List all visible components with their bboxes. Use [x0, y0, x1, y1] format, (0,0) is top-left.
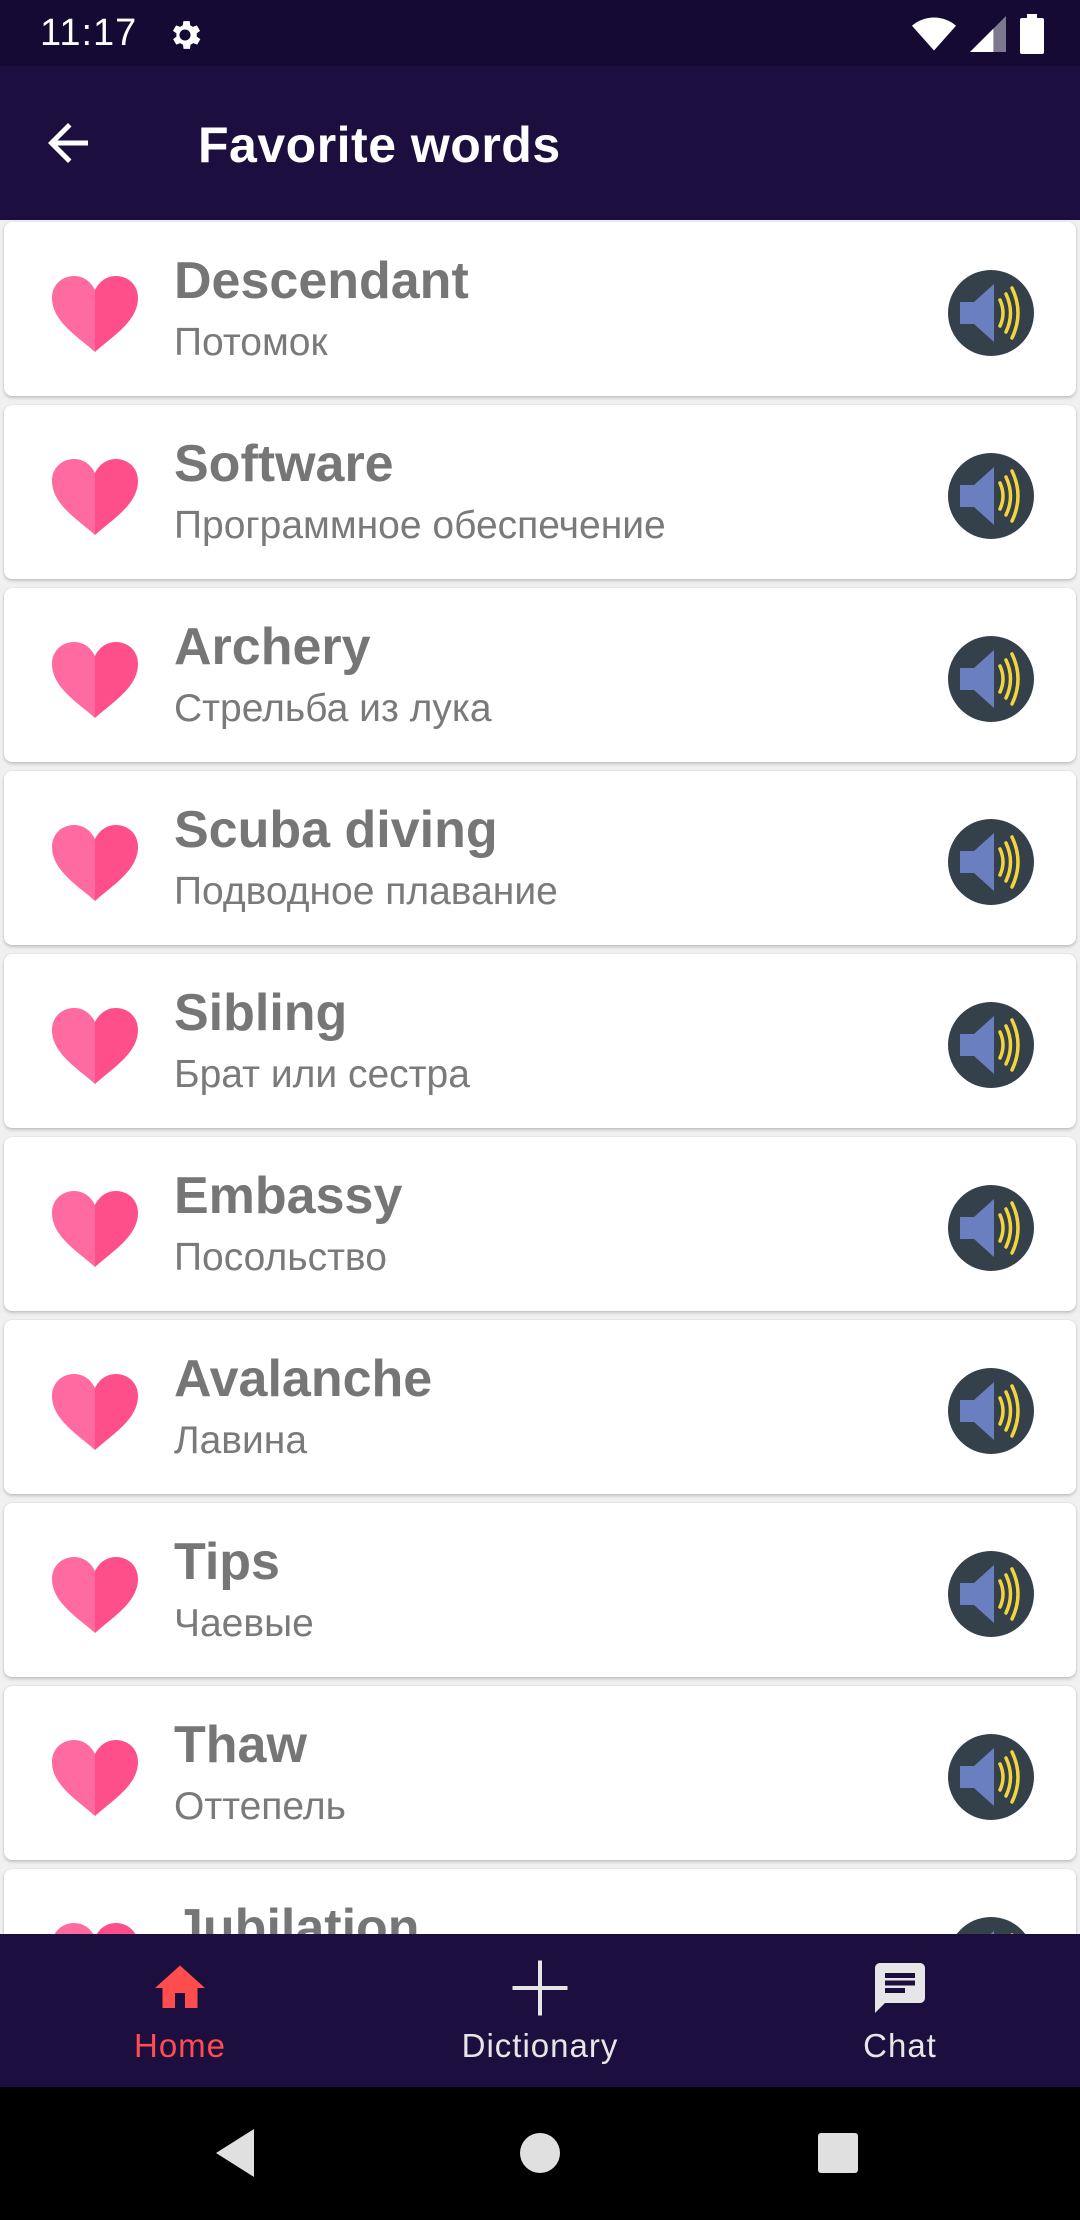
word-text: Descendant [174, 252, 469, 310]
favorite-words-screen: 11:17 Favorite words Descendant Потомок … [0, 0, 1080, 2220]
word-text: Archery [174, 618, 371, 676]
word-translation: Чаевые [174, 1602, 314, 1645]
cell-signal-icon [970, 16, 1006, 52]
word-translation: Потомок [174, 321, 328, 364]
page-title: Favorite words [198, 117, 561, 173]
nav-label-chat: Chat [863, 2027, 937, 2064]
speaker-icon[interactable] [948, 1551, 1034, 1637]
word-card[interactable]: Scuba diving Подводное плавание [4, 771, 1076, 945]
bottom-navigation: Home Dictionary Chat [0, 1934, 1080, 2087]
heart-icon[interactable] [50, 1006, 140, 1086]
nav-label-home: Home [133, 2027, 227, 2064]
home-circle-icon[interactable] [508, 2121, 572, 2185]
heart-icon[interactable] [50, 274, 140, 354]
word-text: Scuba diving [174, 801, 498, 859]
status-bar: 11:17 [0, 0, 1080, 66]
word-card[interactable]: Thaw Оттепель [4, 1686, 1076, 1860]
heart-icon[interactable] [50, 823, 140, 903]
settings-gear-icon [172, 21, 201, 49]
heart-icon[interactable] [50, 640, 140, 720]
back-triangle-icon[interactable] [206, 2121, 270, 2185]
status-time: 11:17 [40, 12, 138, 54]
speaker-icon[interactable] [948, 1368, 1034, 1454]
speaker-icon[interactable] [948, 270, 1034, 356]
speaker-icon[interactable] [948, 1002, 1034, 1088]
system-navigation-bar [0, 2087, 1080, 2220]
chat-icon [875, 1963, 925, 2013]
battery-icon [1020, 14, 1044, 54]
word-card[interactable]: Embassy Посольство [4, 1137, 1076, 1311]
speaker-icon[interactable] [948, 1917, 1034, 1934]
word-text: Avalanche [174, 1350, 433, 1408]
word-translation: Посольство [174, 1236, 387, 1279]
word-translation: Оттепель [174, 1785, 346, 1828]
status-icons [912, 14, 1044, 54]
word-translation: Стрельба из лука [174, 687, 492, 730]
word-card[interactable]: Sibling Брат или сестра [4, 954, 1076, 1128]
word-card[interactable]: Descendant Потомок [4, 222, 1076, 396]
heart-icon[interactable] [50, 1738, 140, 1818]
heart-icon[interactable] [50, 1189, 140, 1269]
favorite-words-list[interactable]: Descendant Потомок Software Программное … [0, 220, 1080, 1934]
word-text: Software [174, 435, 394, 493]
speaker-icon[interactable] [948, 1734, 1034, 1820]
speaker-icon[interactable] [948, 819, 1034, 905]
word-translation: Лавина [174, 1419, 308, 1462]
word-translation: Подводное плавание [174, 870, 558, 913]
wifi-icon [912, 17, 956, 51]
word-card[interactable]: Archery Стрельба из лука [4, 588, 1076, 762]
plus-icon [512, 1960, 568, 2016]
word-card[interactable]: Tips Чаевые [4, 1503, 1076, 1677]
heart-icon[interactable] [50, 1921, 140, 1934]
arrow-back-icon [48, 123, 88, 163]
heart-icon[interactable] [50, 457, 140, 537]
heart-icon[interactable] [50, 1372, 140, 1452]
app-bar: Favorite words [0, 66, 1080, 220]
nav-dictionary[interactable]: Dictionary [360, 1934, 720, 2087]
nav-home[interactable]: Home [0, 1934, 360, 2087]
nav-chat[interactable]: Chat [720, 1934, 1080, 2087]
heart-icon[interactable] [50, 1555, 140, 1635]
word-text: Embassy [174, 1167, 403, 1225]
word-text: Jubilation [174, 1899, 420, 1934]
nav-label-dictionary: Dictionary [461, 2027, 619, 2064]
word-text: Thaw [174, 1716, 307, 1774]
home-icon [155, 1965, 205, 2008]
word-card[interactable]: Avalanche Лавина [4, 1320, 1076, 1494]
word-translation: Брат или сестра [174, 1053, 470, 1096]
word-text: Tips [174, 1533, 280, 1591]
speaker-icon[interactable] [948, 636, 1034, 722]
back-button[interactable] [38, 113, 118, 173]
word-text: Sibling [174, 984, 348, 1042]
speaker-icon[interactable] [948, 1185, 1034, 1271]
word-card[interactable]: Jubilation [4, 1869, 1076, 1934]
recents-square-icon[interactable] [806, 2121, 870, 2185]
word-translation: Программное обеспечение [174, 504, 666, 547]
speaker-icon[interactable] [948, 453, 1034, 539]
word-card[interactable]: Software Программное обеспечение [4, 405, 1076, 579]
